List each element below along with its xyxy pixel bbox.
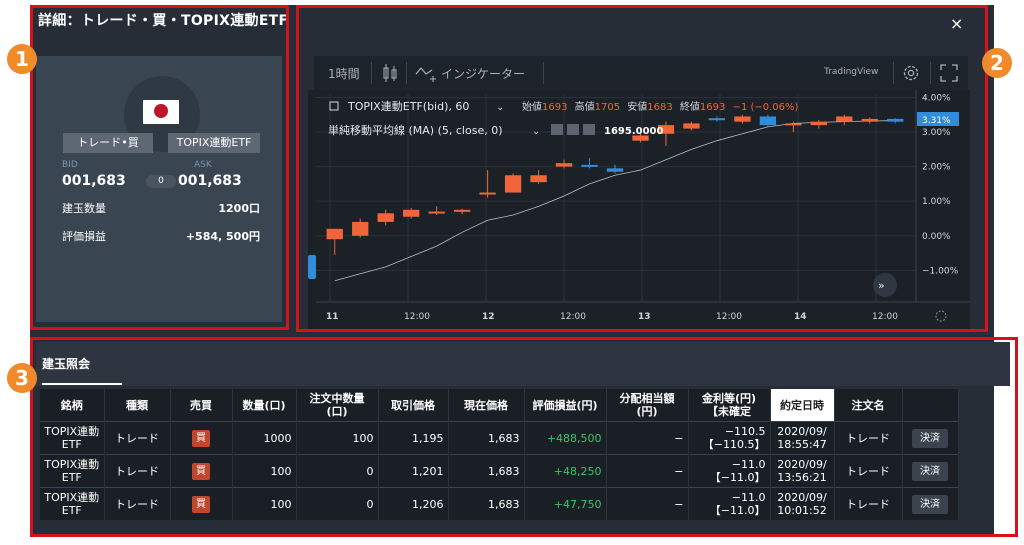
annotation-box-2 <box>296 5 988 332</box>
annotation-number-3: 3 <box>7 363 37 393</box>
annotation-number-1: 1 <box>7 44 37 74</box>
annotation-box-3 <box>30 337 1018 537</box>
annotation-number-2: 2 <box>982 48 1012 78</box>
annotation-box-1 <box>30 5 289 330</box>
